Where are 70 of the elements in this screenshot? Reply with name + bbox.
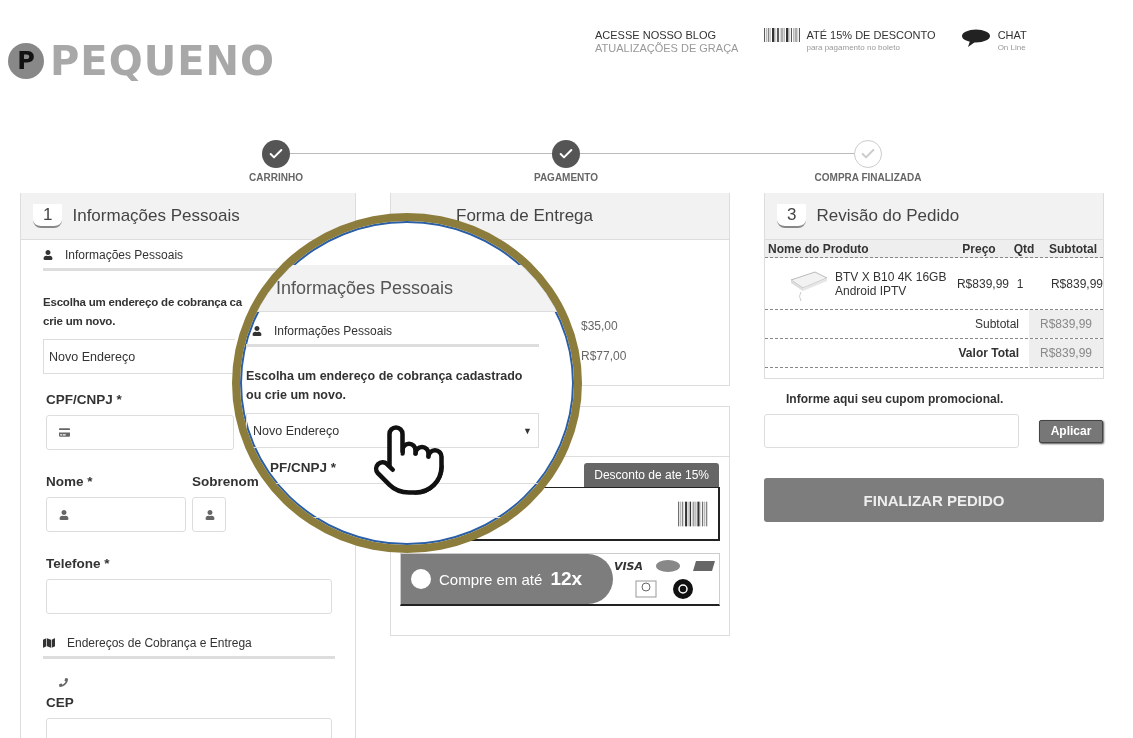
name-input-field[interactable] [46, 497, 186, 532]
chat-status: On Line [997, 42, 1027, 54]
barcode-icon [678, 499, 708, 528]
card-option[interactable]: Compre em até 12x VISA [400, 553, 720, 606]
phone-input-field[interactable] [46, 579, 332, 614]
product-name: BTV X B10 4K 16GB Android IPTV [835, 269, 948, 298]
field-label: Nome * [46, 474, 93, 489]
card-brand-icon [693, 561, 715, 571]
shipping-price: R$77,00 [581, 349, 627, 363]
panel-title: Informações Pessoais [72, 206, 240, 226]
visa-logo: VISA [613, 559, 643, 573]
panel-title: Revisão do Pedido [816, 206, 960, 226]
discount-tag: Desconto de ate 15% [584, 463, 719, 487]
total-value: R$839,99 [1029, 339, 1103, 367]
section-title: Endereços de Cobrança e Entrega [67, 636, 252, 650]
section-title: Informações Pessoais [65, 248, 184, 262]
column-header: Qtd [1012, 241, 1036, 256]
total-value: R$839,99 [1029, 310, 1103, 338]
blog-link[interactable]: ACESSE NOSSO BLOG [595, 28, 739, 42]
discount-subtitle: para pagamento no boleto [806, 42, 901, 54]
total-label: Subtotal [973, 317, 1020, 331]
shipping-price: $35,00 [581, 319, 618, 333]
panel-title: Forma de Entrega [456, 206, 593, 226]
user-icon [252, 326, 262, 336]
chat-link[interactable]: CHAT [997, 28, 1027, 42]
name-input-field[interactable] [192, 497, 226, 532]
logo-text: PEQUENO [50, 38, 275, 84]
step-label: PAGAMENTO [533, 172, 599, 183]
user-icon [59, 509, 69, 520]
step-number: 1 [33, 204, 63, 228]
logo-mark: P [8, 43, 44, 79]
coupon-label: Informe aqui seu cupom promocional. [786, 392, 1005, 406]
price-cell-text: R$839,99 [955, 276, 1009, 291]
user-icon [43, 250, 53, 260]
blog-subtitle: ATUALIZAÇÕES DE GRAÇA [595, 42, 739, 54]
field-label: CEP [46, 695, 74, 710]
column-header: Preço [961, 241, 997, 256]
installment-count: 12x [550, 568, 583, 590]
card-brand-icon [655, 560, 681, 572]
discount-title: ATÉ 15% DE DESCONTO [806, 28, 936, 42]
subtotal-cell-text: R$839,99 [1049, 276, 1103, 291]
phone-icon [59, 678, 68, 687]
address-select[interactable]: Novo Endereço [43, 339, 235, 374]
column-header: Nome do Produto [768, 241, 870, 256]
barcode-icon [762, 28, 801, 42]
chat-bubble-icon [959, 28, 992, 48]
field-label: CPF/CNPJ * [46, 392, 122, 407]
step-label: CARRINHO [249, 172, 303, 183]
card-brand-icon [635, 579, 658, 598]
total-label: Valor Total [957, 346, 1020, 360]
radio-button[interactable] [411, 569, 431, 589]
card-brand-icon [673, 578, 694, 599]
card-icon [59, 427, 70, 438]
field-label: Sobrenom [192, 474, 259, 489]
coupon-input-field[interactable] [764, 414, 1019, 448]
section-title: Informações Pessoais [274, 324, 393, 338]
address-prompt: Escolha um endereço de cobrança ca crie um novo. [43, 295, 242, 329]
column-header: Subtotal [1048, 241, 1098, 256]
apply-button[interactable]: Aplicar [1039, 419, 1103, 443]
address-prompt: Escolha um endereço de cobrança cadastrado ou crie um novo. [246, 368, 524, 404]
user-icon [205, 509, 215, 520]
panel-title: Informações Pessoais [276, 277, 454, 299]
finish-order-button[interactable]: FINALIZAR PEDIDO [764, 478, 1104, 522]
field-label: PF/CNPJ * [270, 460, 337, 475]
step-number: 3 [777, 204, 807, 228]
installment-text: Compre em até [439, 570, 543, 588]
field-label: Telefone * [46, 556, 110, 571]
map-icon [43, 637, 55, 649]
step-label: COMPRA FINALIZADA [814, 172, 922, 183]
quantity-cell-text: 1 [1015, 276, 1025, 291]
